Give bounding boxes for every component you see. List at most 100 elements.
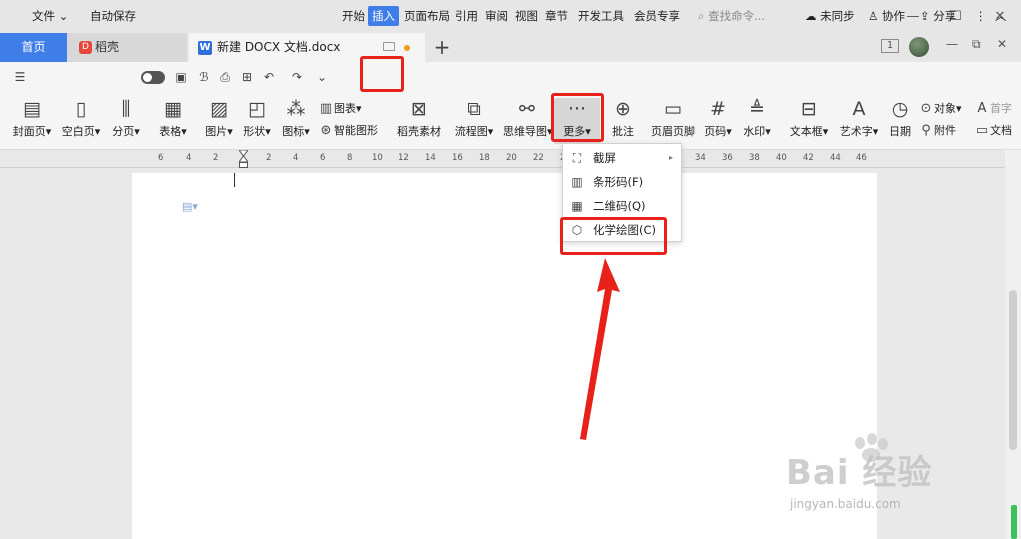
page-break-icon: ⫼ — [121, 98, 131, 120]
tab-document-label: 新建 DOCX 文档.docx — [217, 40, 341, 54]
flowchart-button[interactable]: ⧉ 流程图▾ — [451, 98, 497, 144]
sync-status[interactable]: ☁ 未同步 — [805, 7, 855, 25]
smartart-button[interactable]: ⊛ 智能图形 — [318, 122, 378, 140]
print-icon[interactable]: ⎙ — [218, 70, 232, 84]
flowchart-icon: ⧉ — [467, 98, 481, 120]
table-icon: ▦ — [164, 98, 182, 120]
comment-button[interactable]: ⊕ 批注 — [608, 98, 638, 144]
page-indicator[interactable]: 1 — [881, 39, 899, 53]
dropdown-item-barcode[interactable]: ▥ 条形码(F) — [563, 171, 681, 193]
format-painter-icon[interactable]: ℬ — [197, 70, 211, 84]
header-footer-icon: ▭ — [664, 98, 682, 120]
textbox-button[interactable]: ⊟ 文本框▾ — [786, 98, 832, 144]
tab-view[interactable]: 视图 — [515, 7, 538, 25]
picture-button[interactable]: ▨ 图片▾ — [202, 98, 236, 144]
attachment-button[interactable]: ⚲ 附件 — [918, 122, 956, 140]
hamburger-menu-icon[interactable]: ☰ — [13, 70, 27, 84]
document-part-button[interactable]: ▭ 文档 — [974, 122, 1012, 140]
horizontal-ruler[interactable]: 6 4 2 2 4 6 8 10 12 14 16 18 20 22 24 26… — [0, 150, 1021, 168]
smartart-icon: ⊛ — [320, 123, 332, 138]
highlight-insert-tab — [360, 56, 404, 92]
more-options-icon[interactable]: ⋮ — [975, 7, 987, 25]
dropcap-button[interactable]: A 首字 — [974, 100, 1012, 118]
undo-icon[interactable]: ↶ — [262, 70, 276, 84]
save-icon[interactable]: ▣ — [174, 70, 188, 84]
tab-developer[interactable]: 开发工具 — [578, 7, 624, 25]
watermark-brand: Bai 经验 — [786, 453, 933, 493]
cover-page-button[interactable]: ▤ 封面页▾ — [8, 98, 56, 144]
watermark-icon: ≜ — [749, 98, 765, 120]
new-tab-button[interactable]: + — [432, 33, 452, 62]
ruler-tick-label: 16 — [452, 153, 463, 163]
document-part-icon: ▭ — [975, 123, 989, 138]
customize-arrow-icon[interactable]: ⌄ — [315, 70, 329, 84]
chart-button[interactable]: ▥ 图表▾ — [318, 100, 362, 118]
ruler-tick-label: 18 — [479, 153, 490, 163]
tab-daoke-label: 稻壳 — [95, 40, 120, 54]
ruler-tick-label: 42 — [803, 153, 814, 163]
ruler-tick-label: 6 — [320, 153, 326, 163]
ruler-tick-label: 44 — [830, 153, 841, 163]
tab-daoke[interactable]: D 稻壳 — [67, 33, 187, 62]
collab-button[interactable]: ♙ 协作 — [868, 7, 905, 25]
ruler-tick-label: 34 — [695, 153, 706, 163]
object-icon: ⊙ — [920, 101, 932, 116]
ruler-tick-label: 8 — [347, 153, 353, 163]
document-page[interactable] — [132, 173, 877, 539]
tab-home-ribbon[interactable]: 开始 — [342, 7, 365, 25]
tab-chapter[interactable]: 章节 — [545, 7, 568, 25]
close-doc-button[interactable]: ✕ — [997, 37, 1007, 57]
shape-button[interactable]: ◰ 形状▾ — [240, 98, 274, 144]
avatar[interactable] — [909, 37, 929, 57]
file-menu[interactable]: 文件 ⌄ — [32, 7, 68, 25]
watermark-button[interactable]: ≜ 水印▾ — [740, 98, 774, 144]
mindmap-button[interactable]: ⚯ 思维导图▾ — [503, 98, 553, 144]
blank-page-button[interactable]: ▯ 空白页▾ — [58, 98, 104, 144]
restore-doc-button[interactable]: ⧉ — [972, 37, 981, 57]
wordart-button[interactable]: A 艺术字▾ — [836, 98, 882, 144]
watermark-site: jingyan.baidu.com — [790, 497, 901, 511]
ruler-tick-label: 40 — [776, 153, 787, 163]
barcode-icon: ▥ — [571, 175, 583, 189]
scrollbar-thumb[interactable] — [1009, 290, 1017, 450]
ruler-tick-label: 38 — [749, 153, 760, 163]
blank-page-icon: ▯ — [75, 98, 87, 120]
object-button[interactable]: ⊙ 对象▾ — [918, 100, 962, 118]
minimize-doc-button[interactable]: — — [946, 37, 958, 57]
picture-icon: ▨ — [210, 98, 228, 120]
indent-marker-icon[interactable] — [238, 149, 249, 168]
tab-member[interactable]: 会员专享 — [634, 7, 680, 25]
collapse-ribbon-icon[interactable]: ︿ — [995, 7, 1007, 25]
print-preview-icon[interactable]: ⊞ — [240, 70, 254, 84]
date-button[interactable]: ◷ 日期 — [886, 98, 914, 144]
share-icon: ⇪ — [920, 9, 930, 23]
paste-options-icon[interactable]: ▤▾ — [182, 200, 198, 213]
page-break-button[interactable]: ⫼ 分页▾ — [108, 98, 144, 144]
tab-references[interactable]: 引用 — [455, 7, 478, 25]
daoke-material-button[interactable]: ⊠ 稻壳素材 — [394, 98, 444, 144]
redo-icon[interactable]: ↷ — [290, 70, 304, 84]
material-icon: ⊠ — [411, 98, 427, 120]
icon-button[interactable]: ⁂ 图标▾ — [279, 98, 313, 144]
user-icon: ♙ — [868, 9, 879, 23]
tab-review[interactable]: 审阅 — [485, 7, 508, 25]
tab-page-layout[interactable]: 页面布局 — [404, 7, 450, 25]
search-icon: ⌕ — [698, 9, 705, 23]
dropdown-item-qrcode[interactable]: ▦ 二维码(Q) — [563, 195, 681, 217]
highlight-more-button — [551, 93, 604, 142]
comment-icon: ⊕ — [615, 98, 631, 120]
ruler-tick-label: 10 — [372, 153, 383, 163]
tab-home[interactable]: 首页 — [0, 33, 67, 62]
table-button[interactable]: ▦ 表格▾ — [156, 98, 190, 144]
monitor-icon[interactable] — [383, 42, 395, 51]
header-footer-button[interactable]: ▭ 页眉页脚 — [648, 98, 698, 144]
ruler-tick-label: 46 — [856, 153, 867, 163]
autosave-toggle[interactable] — [141, 71, 165, 84]
page-number-button[interactable]: # 页码▾ — [701, 98, 735, 144]
status-indicator — [1011, 505, 1017, 539]
tab-insert[interactable]: 插入 — [368, 6, 399, 26]
command-search[interactable]: ⌕ 查找命令... — [698, 7, 765, 25]
unsaved-dot-icon — [404, 45, 410, 51]
dropdown-item-screenshot[interactable]: ⛶ 截屏 ▸ — [563, 147, 681, 169]
share-button[interactable]: ⇪ 分享 — [920, 7, 956, 25]
